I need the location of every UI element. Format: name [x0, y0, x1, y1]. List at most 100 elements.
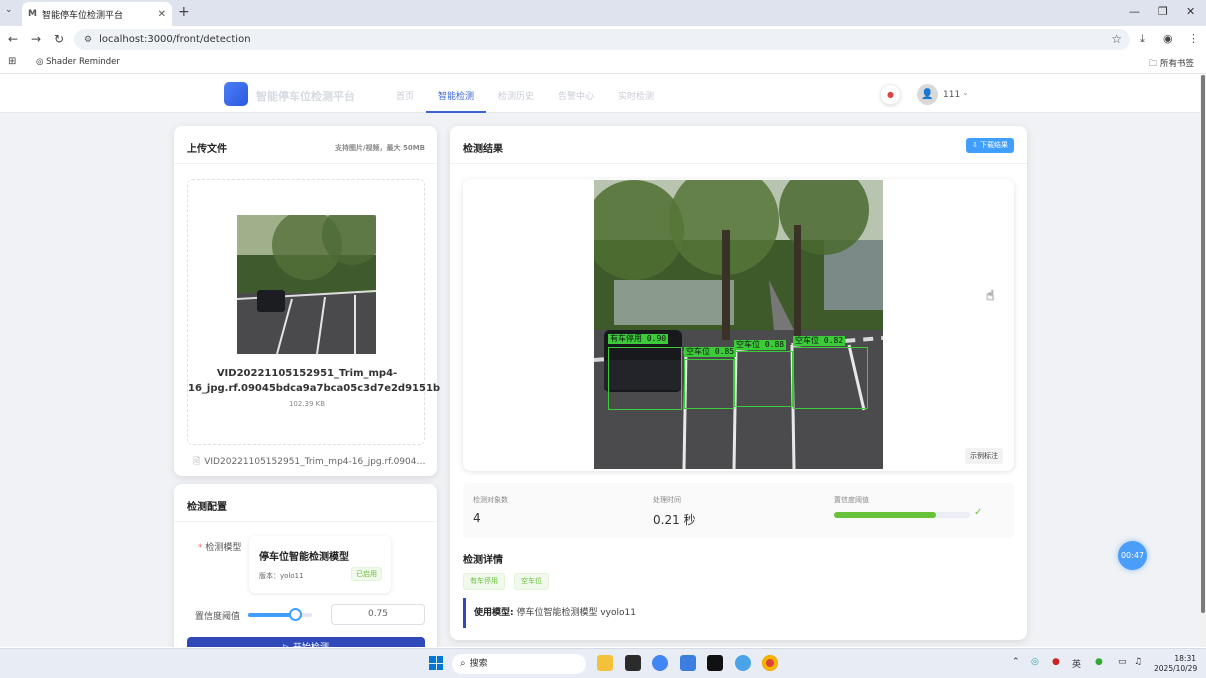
app-logo[interactable]	[224, 82, 248, 106]
volume-icon[interactable]: ♫	[1134, 657, 1142, 667]
search-icon: ⌕	[460, 658, 466, 669]
process-time-value: 0.21 秒	[653, 513, 696, 527]
process-time-label: 处理时间	[653, 496, 681, 504]
page-scrollbar[interactable]	[1200, 75, 1206, 647]
edge-icon[interactable]	[735, 655, 751, 671]
close-window-icon[interactable]: ✕	[1186, 5, 1195, 18]
bookmark-item[interactable]: ◎ Shader Reminder	[36, 57, 120, 67]
tab-favicon-icon: M	[28, 9, 37, 19]
upload-card: 上传文件 支持图片/视频，最大 50MB VID20221105152951_T…	[174, 126, 441, 476]
browser-tabbar: ⌄ M 智能停车位检测平台 ✕ + — ❐ ✕	[0, 0, 1206, 26]
taskbar-search-label: 搜索	[469, 659, 488, 669]
detection-stats: 检测对象数 4 处理时间 0.21 秒 置信度阈值 ✓	[463, 483, 1014, 538]
user-avatar-icon[interactable]: 👤	[917, 84, 938, 105]
model-version: 版本：yolo11	[259, 572, 304, 580]
forward-icon[interactable]: →	[31, 32, 41, 46]
tab-list-dropdown-icon[interactable]: ⌄	[5, 5, 13, 15]
result-card-header	[450, 126, 1027, 164]
tray-expand-icon[interactable]: ⌃	[1012, 657, 1020, 667]
app-header: 智能停车位检测平台 首页 智能检测 检测历史 告警中心 实时检测 ● 👤 111…	[0, 75, 1200, 113]
terminal-icon[interactable]	[625, 655, 641, 671]
nav-history[interactable]: 检测历史	[498, 89, 534, 102]
minimize-icon[interactable]: —	[1129, 5, 1140, 18]
threshold-progress-bar	[834, 512, 970, 518]
username[interactable]: 111	[943, 90, 960, 100]
system-clock[interactable]: 18:31 2025/10/29	[1154, 654, 1198, 674]
bookmark-star-icon[interactable]: ☆	[1111, 32, 1122, 46]
uploaded-image-preview	[237, 215, 376, 354]
notification-icon[interactable]: ●	[880, 84, 901, 105]
menu-icon[interactable]: ⋮	[1188, 32, 1199, 45]
sample-annotation-button[interactable]: 示例标注	[965, 448, 1003, 464]
result-card: 检测结果 ⇩ 下载结果 有车停用 0.90 空车位 0.85 空车位 0.88 …	[450, 126, 1027, 640]
uploaded-file-size: 102.39 KB	[288, 400, 326, 408]
upload-title: 上传文件	[187, 144, 227, 155]
nav-home[interactable]: 首页	[396, 89, 414, 102]
upload-dropzone[interactable]: VID20221105152951_Trim_mp4-16_jpg.rf.090…	[187, 179, 441, 445]
maximize-icon[interactable]: ❐	[1158, 5, 1168, 18]
detection-image: 有车停用 0.90 空车位 0.85 空车位 0.88 空车位 0.82	[594, 180, 883, 469]
detection-label: 空车位 0.82	[793, 336, 846, 346]
threshold-progress-fill	[834, 512, 936, 518]
os-taskbar: ⌕ 搜索 ⌃ ◎ ● 英 ● ▭ ♫ 18:31 2025/10/29	[0, 648, 1206, 678]
detection-box	[793, 347, 868, 409]
model-used-line: 使用模型: 停车位智能检测模型 vyolo11	[463, 598, 1003, 628]
network-icon[interactable]: ▭	[1118, 657, 1127, 667]
clock-date: 2025/10/29	[1154, 664, 1198, 673]
floating-timer[interactable]: 00:47	[1118, 541, 1147, 570]
model-status-badge: 已启用	[351, 567, 382, 581]
model-select-card[interactable]: 停车位智能检测模型 版本：yolo11 已启用	[249, 536, 391, 593]
profile-icon[interactable]: ◉	[1163, 32, 1173, 45]
scrollbar-thumb[interactable]	[1201, 75, 1205, 613]
address-bar[interactable]: ⚙ localhost:3000/front/detection ☆	[74, 29, 1130, 50]
threshold-input[interactable]: 0.75	[331, 604, 425, 625]
file-list-item[interactable]: 🗎 VID20221105152951_Trim_mp4-16_jpg.rf.09…	[193, 454, 427, 470]
detection-label: 有车停用 0.90	[608, 334, 669, 344]
new-tab-icon[interactable]: +	[178, 4, 190, 20]
download-result-button[interactable]: ⇩ 下载结果	[965, 138, 1014, 153]
chrome-active-icon[interactable]	[762, 655, 778, 671]
config-title: 检测配置	[187, 502, 227, 513]
nav-realtime[interactable]: 实时检测	[618, 89, 654, 102]
threshold-slider-handle[interactable]	[289, 608, 302, 621]
class-tag-empty: 空车位	[514, 573, 549, 590]
tray-app-icon[interactable]: ◎	[1031, 657, 1039, 667]
page-viewport: 智能停车位检测平台 首页 智能检测 检测历史 告警中心 实时检测 ● 👤 111…	[0, 75, 1200, 647]
chevron-down-icon[interactable]: ⌄	[962, 88, 969, 97]
uploaded-file-name: VID20221105152951_Trim_mp4-16_jpg.rf.090…	[188, 368, 441, 394]
chrome-icon[interactable]	[652, 655, 668, 671]
back-icon[interactable]: ←	[8, 32, 18, 46]
config-card: 检测配置 * 检测模型 停车位智能检测模型 版本：yolo11 已启用 置信度阈…	[174, 484, 437, 647]
file-explorer-icon[interactable]	[597, 655, 613, 671]
apps-grid-icon[interactable]: ⊞	[8, 56, 16, 67]
reload-icon[interactable]: ↻	[54, 32, 64, 46]
windows-start-icon[interactable]	[429, 656, 443, 670]
model-field-label: * 检测模型	[198, 543, 242, 553]
all-bookmarks-label: 所有书签	[1159, 59, 1194, 69]
nav-detection[interactable]: 智能检测	[438, 89, 474, 102]
details-title: 检测详情	[463, 555, 503, 566]
detection-box	[608, 347, 682, 410]
taskbar-search[interactable]: ⌕ 搜索	[452, 654, 586, 674]
check-circle-icon: ✓	[974, 507, 983, 518]
tray-security-icon[interactable]: ●	[1052, 657, 1060, 667]
detection-label: 空车位 0.85	[684, 347, 737, 357]
detection-label: 空车位 0.88	[734, 340, 787, 350]
tray-wechat-icon[interactable]: ●	[1095, 657, 1103, 667]
all-bookmarks[interactable]: 🗀 所有书签	[1149, 57, 1194, 72]
ime-indicator[interactable]: 英	[1072, 657, 1081, 670]
mouse-pointer-icon: ☝	[986, 288, 995, 304]
app-icon[interactable]	[680, 655, 696, 671]
site-info-icon[interactable]: ⚙	[84, 35, 92, 45]
model-used-value: 停车位智能检测模型 vyolo11	[513, 608, 636, 618]
tab-close-icon[interactable]: ✕	[158, 9, 166, 20]
browser-tab[interactable]: M 智能停车位检测平台 ✕	[22, 2, 172, 26]
document-icon: 🗎	[193, 457, 201, 467]
threshold-stat-label: 置信度阈值	[834, 496, 869, 504]
cursor-app-icon[interactable]	[707, 655, 723, 671]
threshold-slider[interactable]	[248, 608, 312, 621]
download-icon[interactable]: ⤓	[1140, 32, 1145, 46]
detection-box	[684, 359, 734, 409]
start-detection-button[interactable]: ▷ 开始检测	[187, 637, 425, 647]
nav-alerts[interactable]: 告警中心	[558, 89, 594, 102]
